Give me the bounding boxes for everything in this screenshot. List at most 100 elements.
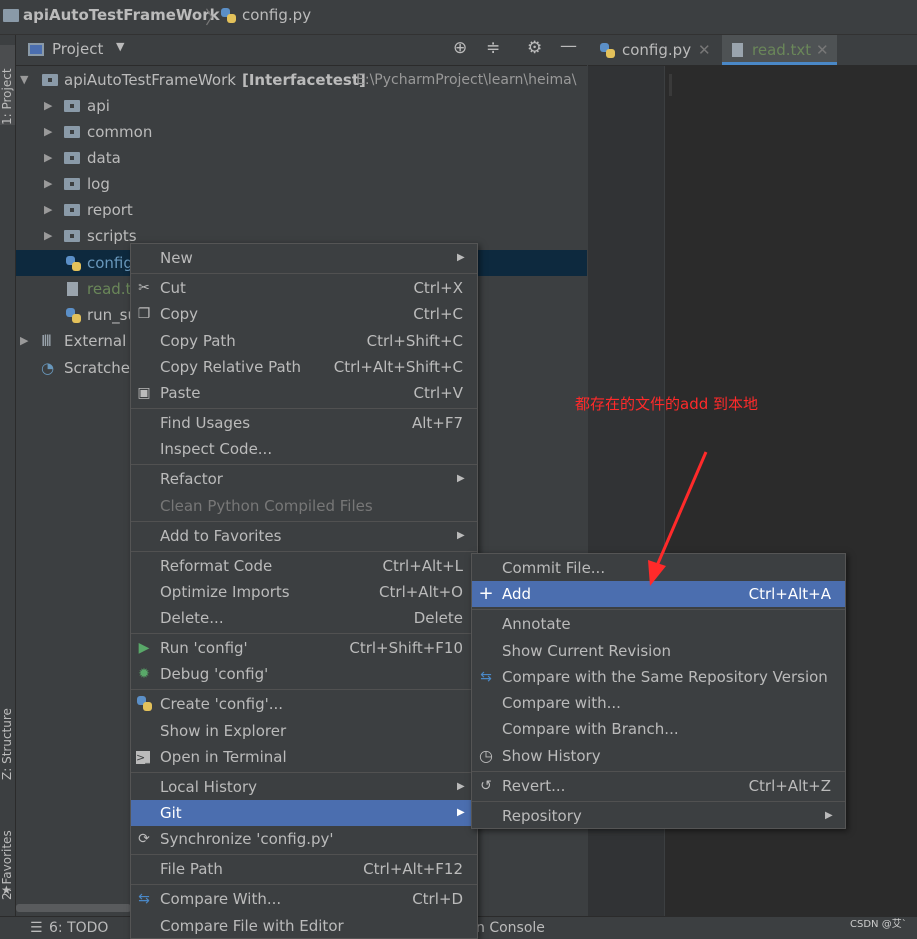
todo-tab[interactable]: 6: TODO (49, 920, 108, 936)
git-submenu: Commit File... + Add Ctrl+Alt+A Annotate S… (471, 553, 846, 829)
tab-config-py[interactable]: config.py ✕ (600, 35, 718, 65)
locate-icon[interactable]: ⊕ (453, 38, 467, 58)
menu-item-find-usages[interactable]: Find Usages Alt+F7 (131, 410, 477, 436)
menu-item-refactor[interactable]: Refactor ▶ (131, 466, 477, 492)
folder-icon (42, 74, 58, 86)
menu-item-copy[interactable]: ❐ Copy Ctrl+C (131, 301, 477, 327)
tree-folder[interactable]: ▶ common (16, 119, 587, 145)
menu-label: Commit File... (502, 559, 606, 577)
menu-item-file-path[interactable]: File Path Ctrl+Alt+F12 (131, 856, 477, 882)
menu-label: Paste (160, 384, 201, 402)
python-icon (137, 696, 152, 711)
menu-item-compare-with[interactable]: Compare with... (472, 690, 845, 716)
menu-item-delete[interactable]: Delete... Delete (131, 605, 477, 631)
menu-item-new[interactable]: New ▶ (131, 245, 477, 271)
folder-icon (64, 178, 80, 190)
menu-separator (131, 689, 477, 690)
breadcrumb-file[interactable]: config.py (242, 6, 311, 24)
menu-label: New (160, 249, 193, 267)
hide-icon[interactable]: — (560, 36, 577, 56)
tab-label: read.txt (752, 41, 812, 59)
folder-icon (3, 9, 19, 22)
menu-item-show-history[interactable]: ◷ Show History (472, 743, 845, 769)
project-view-title[interactable]: Project (52, 40, 103, 58)
library-icon: Illl (41, 332, 52, 350)
menu-item-debug-config[interactable]: ✹ Debug 'config' (131, 661, 477, 687)
gear-icon[interactable]: ⚙ (527, 38, 542, 58)
submenu-arrow-icon: ▶ (457, 473, 465, 484)
menu-item-local-history[interactable]: Local History ▶ (131, 774, 477, 800)
menu-item-inspect-code[interactable]: Inspect Code... (131, 436, 477, 462)
menu-item-compare-same-repo-version[interactable]: ⇆ Compare with the Same Repository Versio… (472, 664, 845, 690)
debug-icon: ✹ (138, 666, 150, 682)
menu-item-optimize-imports[interactable]: Optimize Imports Ctrl+Alt+O (131, 579, 477, 605)
menu-item-reformat-code[interactable]: Reformat Code Ctrl+Alt+L (131, 553, 477, 579)
menu-item-open-in-terminal[interactable]: >_ Open in Terminal (131, 744, 477, 770)
collapse-arrow-icon[interactable]: ▶ (44, 93, 52, 119)
project-tool-tab[interactable]: 1: Project (0, 45, 15, 125)
close-icon[interactable]: ✕ (816, 35, 829, 65)
tree-root[interactable]: ▼ apiAutoTestFrameWork [Interfacetest] E… (16, 67, 587, 93)
collapse-arrow-icon[interactable]: ▶ (44, 223, 52, 249)
context-menu: New ▶ ✂ Cut Ctrl+X ❐ Copy Ctrl+C Copy Path Ctr… (130, 243, 478, 939)
menu-item-synchronize[interactable]: ⟳ Synchronize 'config.py' (131, 826, 477, 852)
menu-item-copy-path[interactable]: Copy Path Ctrl+Shift+C (131, 328, 477, 354)
menu-item-paste[interactable]: ▣ Paste Ctrl+V (131, 380, 477, 406)
menu-shortcut: Ctrl+X (413, 279, 463, 297)
chevron-down-icon[interactable]: ▼ (116, 40, 124, 53)
menu-item-revert[interactable]: ↺ Revert... Ctrl+Alt+Z (472, 773, 845, 799)
menu-item-compare-with[interactable]: ⇆ Compare With... Ctrl+D (131, 886, 477, 912)
breadcrumb-project[interactable]: apiAutoTestFrameWork (23, 6, 220, 24)
menu-item-compare-with-branch[interactable]: Compare with Branch... (472, 716, 845, 742)
revert-icon: ↺ (480, 778, 492, 794)
menu-label: Clean Python Compiled Files (160, 497, 373, 515)
menu-label: Local History (160, 778, 258, 796)
tree-folder[interactable]: ▶ api (16, 93, 587, 119)
submenu-arrow-icon: ▶ (457, 807, 465, 818)
menu-item-annotate[interactable]: Annotate (472, 611, 845, 637)
submenu-arrow-icon: ▶ (457, 252, 465, 263)
close-icon[interactable]: ✕ (698, 35, 711, 65)
tree-folder[interactable]: ▶ data (16, 145, 587, 171)
menu-separator (131, 464, 477, 465)
menu-label: Revert... (502, 777, 566, 795)
project-panel-header: Project ▼ ⊕ ≑ ⚙ — (16, 35, 587, 66)
menu-shortcut: Ctrl+Alt+L (382, 557, 464, 575)
collapse-all-icon[interactable]: ≑ (486, 38, 500, 58)
collapse-arrow-icon[interactable]: ▶ (44, 119, 52, 145)
tab-read-txt[interactable]: read.txt ✕ (722, 35, 837, 65)
menu-item-copy-relative-path[interactable]: Copy Relative Path Ctrl+Alt+Shift+C (131, 354, 477, 380)
menu-item-create-config[interactable]: Create 'config'... (131, 691, 477, 717)
tab-label: config.py (622, 41, 692, 59)
menu-item-add-to-favorites[interactable]: Add to Favorites ▶ (131, 523, 477, 549)
caret-line (669, 74, 672, 96)
text-file-icon (732, 43, 743, 57)
menu-item-git[interactable]: Git ▶ (131, 800, 477, 826)
menu-item-repository[interactable]: Repository ▶ (472, 803, 845, 829)
collapse-arrow-icon[interactable]: ▶ (44, 197, 52, 223)
menu-separator (131, 521, 477, 522)
menu-item-show-in-explorer[interactable]: Show in Explorer (131, 718, 477, 744)
menu-shortcut: Ctrl+Alt+Z (748, 777, 831, 795)
collapse-arrow-icon[interactable]: ▶ (20, 328, 28, 354)
menu-item-run-config[interactable]: ▶ Run 'config' Ctrl+Shift+F10 (131, 635, 477, 661)
collapse-arrow-icon[interactable]: ▶ (44, 145, 52, 171)
file-label: read.t (87, 280, 132, 298)
python-file-icon (221, 8, 236, 23)
tree-folder[interactable]: ▶ report (16, 197, 587, 223)
menu-item-compare-file-with-editor[interactable]: Compare File with Editor (131, 913, 477, 939)
python-console-tab[interactable]: n Console (476, 920, 545, 936)
menu-item-cut[interactable]: ✂ Cut Ctrl+X (131, 275, 477, 301)
collapse-arrow-icon[interactable]: ▶ (44, 171, 52, 197)
menu-shortcut: Ctrl+Shift+F10 (349, 639, 463, 657)
horizontal-scrollbar[interactable] (16, 904, 131, 912)
structure-tool-tab[interactable]: Z: Structure (0, 685, 14, 780)
menu-item-show-current-revision[interactable]: Show Current Revision (472, 638, 845, 664)
menu-shortcut: Ctrl+Shift+C (366, 332, 463, 350)
menu-item-clean-python-compiled-files: Clean Python Compiled Files (131, 493, 477, 519)
menu-label: Show History (502, 747, 601, 765)
menu-shortcut: Ctrl+D (412, 890, 463, 908)
expand-arrow-icon[interactable]: ▼ (20, 67, 28, 93)
annotation-text: 都存在的文件的add 到本地 (575, 395, 759, 413)
tree-folder[interactable]: ▶ log (16, 171, 587, 197)
